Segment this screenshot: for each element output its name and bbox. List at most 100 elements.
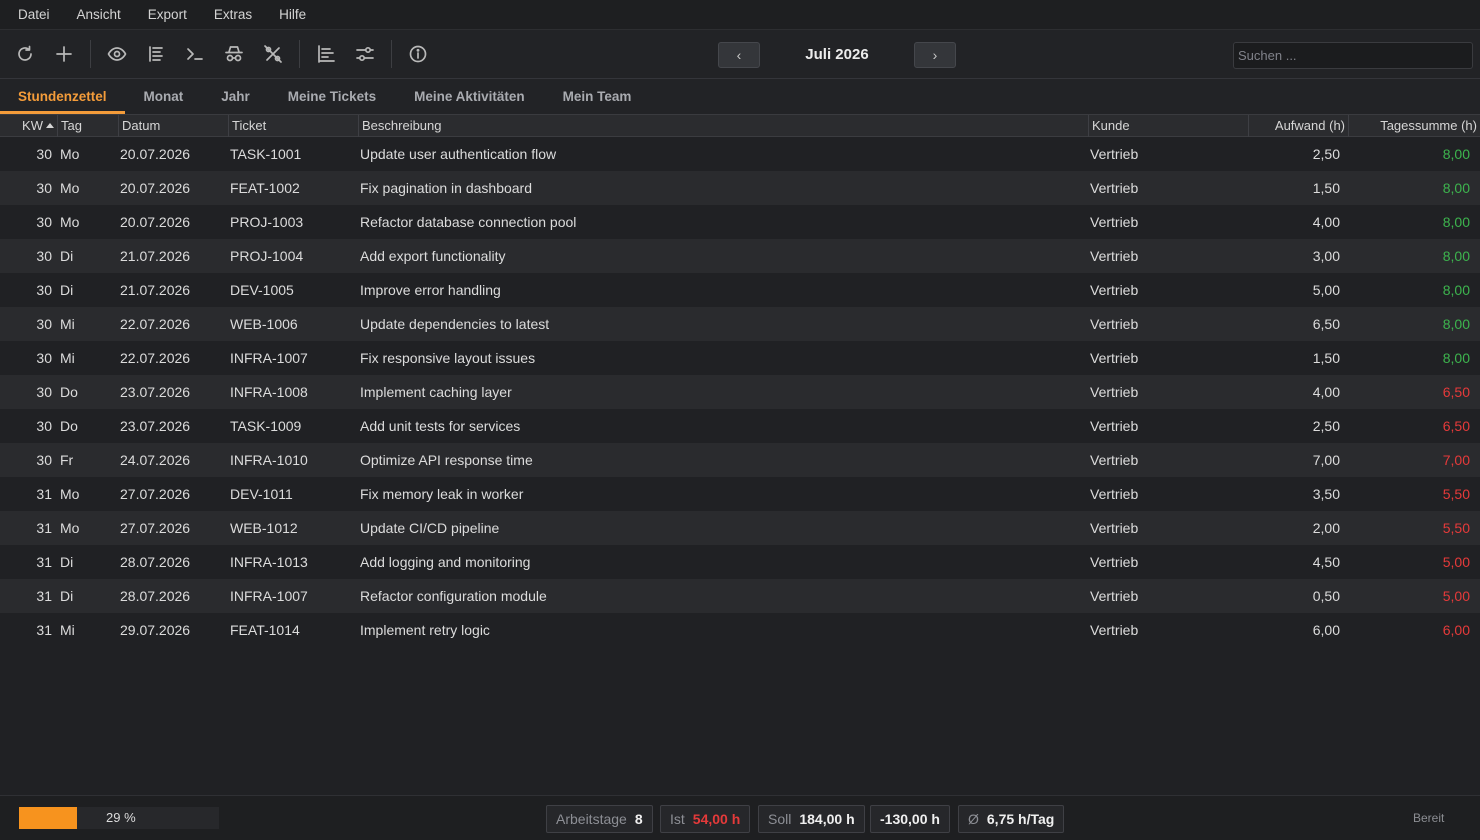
table-row[interactable]: 30 Di 21.07.2026 DEV-1005 Improve error hand… [0,273,1480,307]
daily-total-cell: 8,00 [1442,282,1470,298]
add-icon[interactable] [51,41,77,67]
kw-cell: 30 [36,418,52,434]
table-row[interactable]: 30 Mi 22.07.2026 INFRA-1007 Fix responsive l… [0,341,1480,375]
description-cell: Implement caching layer [360,384,512,400]
column-header-ticket[interactable]: Ticket [229,115,359,137]
date-cell: 21.07.2026 [120,248,191,264]
info-icon[interactable] [405,41,431,67]
terminal-icon[interactable] [182,41,208,67]
effort-cell: 5,00 [1312,282,1340,298]
kw-cell: 31 [36,622,52,638]
tab-stundenzettel[interactable]: Stundenzettel [0,79,125,114]
kw-cell: 30 [36,248,52,264]
menu-export[interactable]: Export [148,7,187,22]
difference-chip: -130,00 h [870,805,950,833]
day-cell: Mo [60,520,80,536]
table-row[interactable]: 31 Mo 27.07.2026 WEB-1012 Update CI/CD pipel… [0,511,1480,545]
table-row[interactable]: 30 Mo 20.07.2026 FEAT-1002 Fix pagination in… [0,171,1480,205]
progress-fill [19,807,77,829]
date-cell: 29.07.2026 [120,622,191,638]
customer-cell: Vertrieb [1090,622,1139,638]
effort-cell: 4,50 [1312,554,1340,570]
table-row[interactable]: 31 Di 28.07.2026 INFRA-1013 Add logging and … [0,545,1480,579]
kw-cell: 30 [36,316,52,332]
sliders-icon[interactable] [352,41,378,67]
column-header-tag[interactable]: Tag [58,115,119,137]
column-header-kunde[interactable]: Kunde [1089,115,1249,137]
day-cell: Mi [60,622,75,638]
ticket-cell: FEAT-1014 [230,622,300,638]
description-cell: Add export functionality [360,248,506,264]
ticket-cell: DEV-1005 [230,282,294,298]
previous-month-button[interactable]: ‹ [718,42,760,68]
effort-cell: 6,00 [1312,622,1340,638]
description-cell: Fix memory leak in worker [360,486,524,502]
spy-icon[interactable] [221,41,247,67]
ticket-cell: TASK-1009 [230,418,302,434]
search-input[interactable] [1233,42,1473,69]
refresh-icon[interactable] [12,41,38,67]
table-row[interactable]: 30 Mi 22.07.2026 WEB-1006 Update dependencie… [0,307,1480,341]
column-header-tagessumme[interactable]: Tagessumme (h) [1349,115,1480,137]
kw-cell: 30 [36,146,52,162]
toolbar: ‹ Juli 2026 › [0,30,1480,79]
workdays-label: Arbeitstage [556,811,627,827]
effort-cell: 1,50 [1312,180,1340,196]
table-row[interactable]: 31 Di 28.07.2026 INFRA-1007 Refactor configu… [0,579,1480,613]
table-row[interactable]: 30 Do 23.07.2026 INFRA-1008 Implement cachin… [0,375,1480,409]
day-cell: Di [60,248,74,264]
tab-mein-team[interactable]: Mein Team [544,79,651,114]
percent-icon[interactable] [260,41,286,67]
customer-cell: Vertrieb [1090,486,1139,502]
tab-monat[interactable]: Monat [125,79,203,114]
next-month-button[interactable]: › [914,42,956,68]
table-row[interactable]: 30 Di 21.07.2026 PROJ-1004 Add export functi… [0,239,1480,273]
customer-cell: Vertrieb [1090,554,1139,570]
list-icon[interactable] [143,41,169,67]
table-row[interactable]: 31 Mi 29.07.2026 FEAT-1014 Implement retry l… [0,613,1480,647]
timesheet-table: 30 Mo 20.07.2026 TASK-1001 Update user authe… [0,137,1480,647]
effort-cell: 3,50 [1312,486,1340,502]
effort-cell: 2,00 [1312,520,1340,536]
actual-hours-label: Ist [670,811,685,827]
align-icon[interactable] [313,41,339,67]
menu-extras[interactable]: Extras [214,7,252,22]
daily-total-cell: 7,00 [1442,452,1470,468]
column-header-kw[interactable]: KW [0,115,58,137]
table-row[interactable]: 30 Mo 20.07.2026 PROJ-1003 Refactor database… [0,205,1480,239]
date-cell: 20.07.2026 [120,146,191,162]
customer-cell: Vertrieb [1090,214,1139,230]
column-header-aufwand[interactable]: Aufwand (h) [1249,115,1349,137]
column-header-beschreibung[interactable]: Beschreibung [359,115,1089,137]
customer-cell: Vertrieb [1090,520,1139,536]
workdays-chip: Arbeitstage 8 [546,805,653,833]
customer-cell: Vertrieb [1090,180,1139,196]
date-cell: 28.07.2026 [120,588,191,604]
column-header-datum[interactable]: Datum [119,115,229,137]
menu-hilfe[interactable]: Hilfe [279,7,306,22]
daily-total-cell: 8,00 [1442,350,1470,366]
effort-cell: 3,00 [1312,248,1340,264]
date-cell: 22.07.2026 [120,350,191,366]
day-cell: Di [60,588,74,604]
daily-total-cell: 8,00 [1442,316,1470,332]
effort-cell: 7,00 [1312,452,1340,468]
menu-ansicht[interactable]: Ansicht [77,7,121,22]
target-hours-chip: Soll 184,00 h [758,805,865,833]
table-row[interactable]: 30 Mo 20.07.2026 TASK-1001 Update user authe… [0,137,1480,171]
tab-jahr[interactable]: Jahr [202,79,269,114]
table-row[interactable]: 30 Fr 24.07.2026 INFRA-1010 Optimize API res… [0,443,1480,477]
table-row[interactable]: 31 Mo 27.07.2026 DEV-1011 Fix memory leak in… [0,477,1480,511]
day-cell: Mo [60,486,80,502]
eye-icon[interactable] [104,41,130,67]
table-row[interactable]: 30 Do 23.07.2026 TASK-1009 Add unit tests fo… [0,409,1480,443]
menu-datei[interactable]: Datei [18,7,50,22]
date-cell: 27.07.2026 [120,520,191,536]
kw-cell: 30 [36,452,52,468]
ticket-cell: INFRA-1010 [230,452,308,468]
day-cell: Fr [60,452,74,468]
effort-cell: 4,00 [1312,214,1340,230]
tab-meine-tickets[interactable]: Meine Tickets [269,79,395,114]
workdays-value: 8 [634,811,643,827]
tab-meine-aktivitaeten[interactable]: Meine Aktivitäten [395,79,544,114]
